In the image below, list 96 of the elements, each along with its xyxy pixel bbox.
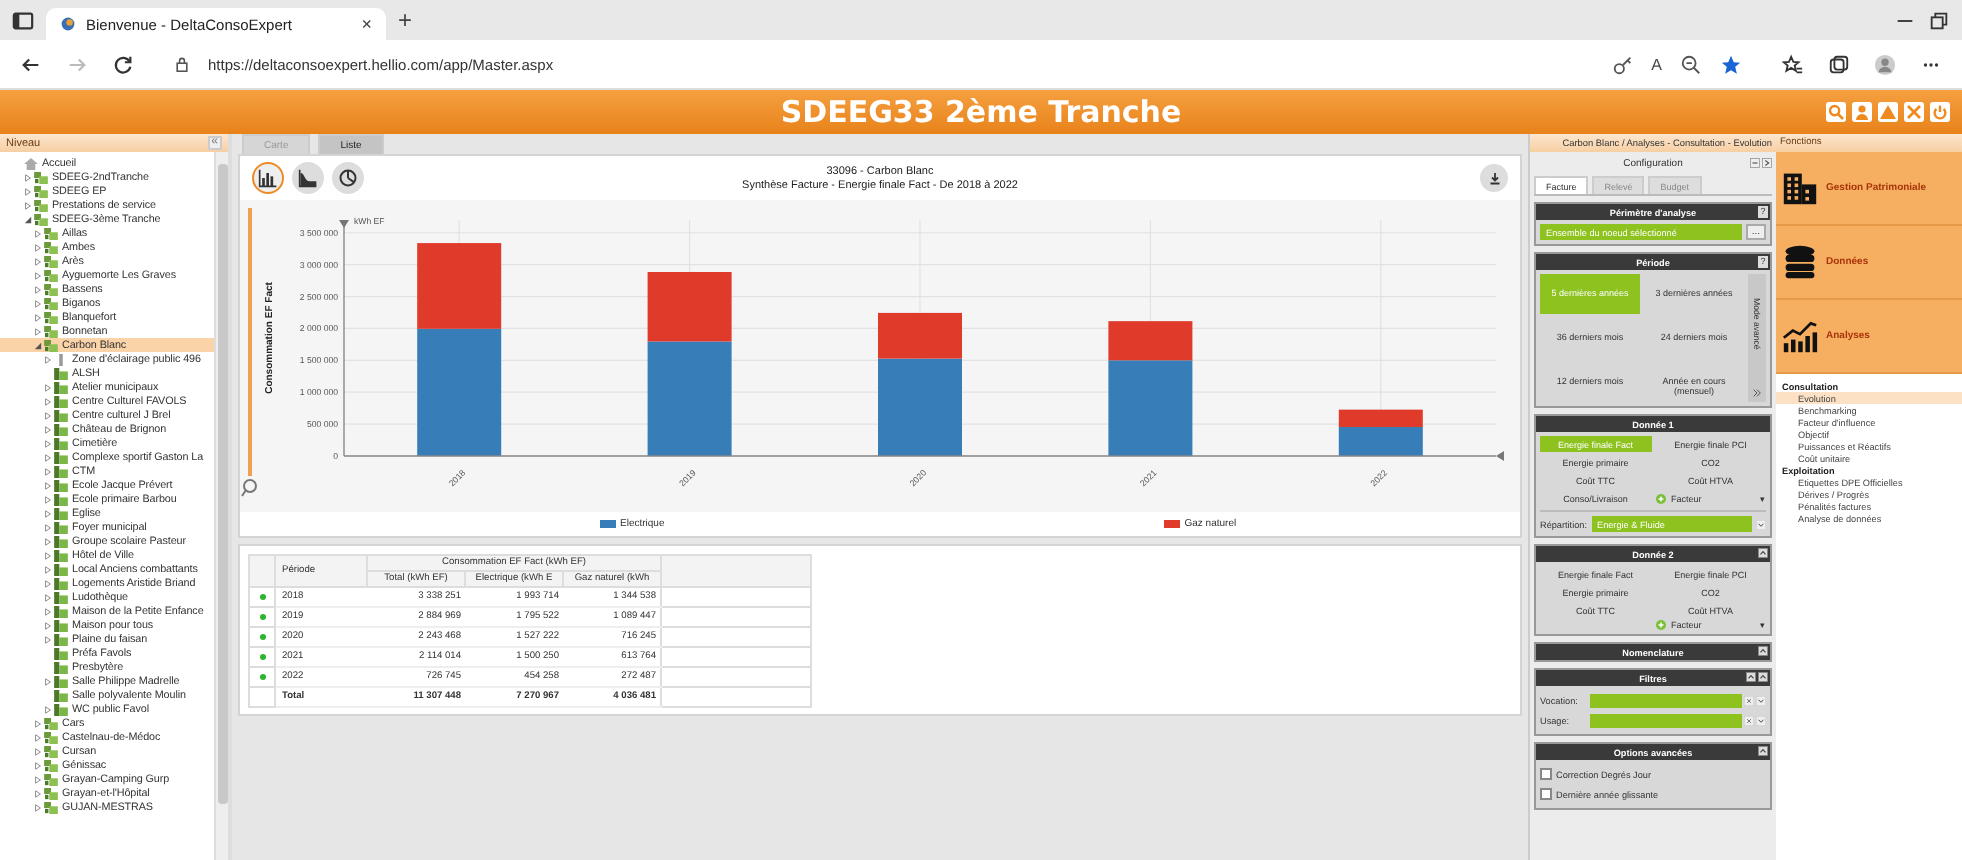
expand-icon[interactable]	[34, 803, 42, 811]
analytics-icon	[1782, 318, 1818, 354]
expand-icon[interactable]	[44, 397, 52, 405]
dropdown-icon[interactable]	[1756, 715, 1766, 725]
collapse-icon[interactable]	[1746, 672, 1756, 682]
dropdown-icon[interactable]	[1756, 695, 1766, 705]
expand-icon[interactable]	[44, 579, 52, 587]
expand-icon[interactable]	[34, 775, 42, 783]
user-icon[interactable]	[1852, 102, 1872, 122]
expand-icon[interactable]	[34, 747, 42, 755]
add-icon[interactable]	[1655, 493, 1665, 503]
checkbox[interactable]	[1540, 768, 1552, 780]
collapse-icon[interactable]	[1758, 672, 1768, 682]
app-title: SDEEG33 2ème Tranche	[780, 94, 1182, 130]
download-icon	[1485, 169, 1503, 187]
site-favicon-icon	[60, 16, 76, 32]
expand-icon[interactable]	[44, 383, 52, 391]
add-icon[interactable]	[1655, 620, 1665, 630]
expand-icon[interactable]	[34, 257, 42, 265]
expand-icon[interactable]	[24, 187, 32, 195]
clear-icon[interactable]	[1744, 715, 1754, 725]
expand-icon[interactable]	[44, 467, 52, 475]
expand-icon[interactable]	[44, 621, 52, 629]
expand-icon[interactable]	[44, 635, 52, 643]
expand-icon[interactable]	[44, 355, 52, 363]
filter-field[interactable]	[1590, 713, 1742, 727]
expand-icon[interactable]	[34, 789, 42, 797]
dropdown-icon[interactable]	[1756, 519, 1766, 529]
filter-field[interactable]	[1590, 693, 1742, 707]
expand-icon[interactable]	[44, 439, 52, 447]
expand-icon[interactable]	[44, 565, 52, 573]
zoom-out-icon[interactable]	[1680, 53, 1702, 75]
restore-icon[interactable]	[1928, 9, 1950, 31]
building-icon	[1782, 170, 1818, 206]
reload-icon[interactable]	[112, 53, 134, 75]
collapse-icon[interactable]	[24, 215, 32, 223]
expand-icon[interactable]	[34, 719, 42, 727]
expand-icon[interactable]	[34, 313, 42, 321]
collapse-icon[interactable]	[1758, 646, 1768, 656]
expand-icon[interactable]	[44, 705, 52, 713]
expand-icon[interactable]	[44, 495, 52, 503]
search-icon[interactable]	[1826, 102, 1846, 122]
expand-icon[interactable]	[44, 607, 52, 615]
favorites-icon[interactable]	[1782, 53, 1804, 75]
expand-icon[interactable]	[34, 229, 42, 237]
scrollbar[interactable]	[214, 152, 228, 860]
expand-icon[interactable]	[44, 677, 52, 685]
collections-icon[interactable]	[1828, 53, 1850, 75]
star-icon[interactable]	[1720, 53, 1742, 75]
read-aloud-button[interactable]: A	[1651, 55, 1662, 73]
expand-icon[interactable]	[44, 551, 52, 559]
checkbox[interactable]	[1540, 788, 1552, 800]
expand-icon[interactable]	[44, 411, 52, 419]
expand-icon[interactable]	[34, 271, 42, 279]
expand-icon[interactable]	[34, 285, 42, 293]
pole-icon	[54, 353, 68, 365]
expand-icon[interactable]	[44, 425, 52, 433]
pie-chart-icon	[338, 168, 358, 188]
area-chart-icon	[298, 168, 318, 188]
lock-icon[interactable]	[174, 56, 190, 72]
database-icon	[1782, 244, 1818, 280]
expand-icon[interactable]	[44, 523, 52, 531]
collapse-icon[interactable]	[1758, 548, 1768, 558]
collapse-icon[interactable]	[1758, 746, 1768, 756]
expand-icon[interactable]	[44, 593, 52, 601]
home-icon	[24, 157, 38, 169]
tools-icon[interactable]	[1904, 102, 1924, 122]
expand-icon[interactable]	[44, 481, 52, 489]
expand-icon[interactable]	[44, 509, 52, 517]
back-icon[interactable]	[20, 53, 42, 75]
power-icon[interactable]	[1930, 102, 1950, 122]
expand-icon[interactable]	[44, 537, 52, 545]
expand-icon[interactable]	[34, 327, 42, 335]
warning-icon[interactable]	[1878, 102, 1898, 122]
collapse-icon[interactable]	[1762, 158, 1772, 168]
new-tab-button[interactable]: +	[398, 6, 413, 34]
tab-actions-icon[interactable]	[12, 9, 34, 31]
tab-close-button[interactable]: ×	[361, 14, 372, 34]
expand-icon[interactable]	[1752, 388, 1762, 398]
clear-icon[interactable]	[1744, 695, 1754, 705]
expand-icon[interactable]	[34, 733, 42, 741]
profile-icon[interactable]	[1874, 53, 1896, 75]
zoom-slider[interactable]	[241, 208, 257, 497]
collapse-icon[interactable]	[34, 341, 42, 349]
expand-icon[interactable]	[44, 453, 52, 461]
expand-icon[interactable]	[34, 299, 42, 307]
key-icon[interactable]	[1611, 53, 1634, 75]
chart-type-button[interactable]	[252, 162, 284, 194]
bar-chart-icon	[258, 168, 278, 188]
expand-icon[interactable]	[34, 761, 42, 769]
download-button[interactable]	[1480, 164, 1508, 192]
expand-icon[interactable]	[24, 173, 32, 181]
expand-icon[interactable]	[24, 201, 32, 209]
pin-icon[interactable]	[1750, 158, 1760, 168]
expand-icon[interactable]	[34, 243, 42, 251]
forward-icon[interactable]	[66, 53, 88, 75]
